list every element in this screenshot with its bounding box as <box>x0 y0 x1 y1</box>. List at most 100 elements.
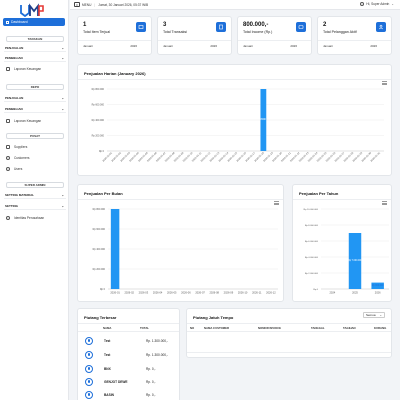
stat-label: Total Item Terjual <box>83 30 111 34</box>
chevron-down-icon: ⌄ <box>61 46 64 50</box>
stat-month: Januari <box>163 44 173 48</box>
chevron-down-icon: ⌄ <box>379 313 382 317</box>
row-nama: BASIN <box>104 392 114 397</box>
table-row[interactable]: BNX Rp. 0,- <box>84 362 182 375</box>
chevron-down-icon: ⌄ <box>61 107 64 111</box>
column-header-kurang: KURANG <box>374 326 387 330</box>
sidebar-dropdown-pembelian-tarakan[interactable]: PEMBELIAN ⌄ <box>4 55 66 62</box>
user-menu[interactable]: Hi, Super Admin ⌄ <box>360 2 394 6</box>
sidebar-item-users[interactable]: Users <box>4 165 66 172</box>
menu-toggle-icon[interactable]: ≡ <box>74 2 80 7</box>
company-logo <box>20 3 44 17</box>
chevron-down-icon: ⌄ <box>61 204 64 208</box>
stat-year: 2026 <box>210 44 217 48</box>
x-tick-label: 2026-10 <box>238 291 248 295</box>
stat-label: Total Transaksi <box>163 30 187 34</box>
chart-title: Penjualan Per Bulan <box>84 191 123 196</box>
chevron-down-icon: ⌄ <box>61 96 64 100</box>
sidebar-item-laporan-keuangan-tarakan[interactable]: Laporan Keuangan <box>4 65 66 72</box>
chevron-down-icon: ⌄ <box>391 2 394 6</box>
card-divider <box>78 323 179 324</box>
x-tick-label: 2026-08 <box>209 291 219 295</box>
column-header-no: NO <box>190 326 195 330</box>
y-tick-label: Rp 10.000.000 <box>304 209 319 211</box>
stat-card-transaksi: 3 Total Transaksi Januari 2026 <box>157 16 232 55</box>
y-tick-label: Rp 8.000.000 <box>305 225 319 227</box>
sidebar-item-customers[interactable]: Customers <box>4 154 66 161</box>
row-total: Rp. 1.300.000,- <box>146 352 168 357</box>
filter-select[interactable]: Semua ⌄ <box>363 312 385 318</box>
y-tick-label: Rp 800.000 <box>92 88 105 91</box>
x-tick-label: 2026-01 <box>110 291 120 295</box>
daily-sales-chart: Rp 0 Rp 200.000 Rp 400.000 Rp 600.000 Rp 800… <box>92 88 384 163</box>
x-tick-label: 2026-03 <box>139 291 149 295</box>
chart-card-yearly: Penjualan Per Tahun Rp 0 Rp 2.000.000 Rp 4… <box>292 184 392 302</box>
header-divider: | <box>94 2 96 7</box>
sidebar-item-label: Dashboard <box>11 20 28 24</box>
column-header-total: TOTAL <box>140 326 150 330</box>
x-tick-label: 2026-07 <box>195 291 205 295</box>
y-tick-label: Rp 400.000 <box>92 119 105 122</box>
table-header-divider <box>78 331 179 332</box>
yearly-sales-chart: Rp 0 Rp 2.000.000 Rp 4.000.000 Rp 6.000.000… <box>304 208 389 295</box>
table-row[interactable]: BASIN Rp. 0,- <box>84 388 182 400</box>
sidebar-item-identitas-perusahaan[interactable]: Identitas Perusahaan <box>4 214 66 221</box>
row-nama: Test <box>104 338 111 343</box>
section-label-super-admin: SUPER ADMIN <box>6 182 64 188</box>
sidebar-dropdown-setting-material[interactable]: SETTING MATERIAL ⌄ <box>4 192 66 199</box>
wallet-icon <box>296 22 306 32</box>
y-tick-label: Rp 6.000.000 <box>305 241 319 243</box>
x-tick-label: 2025 <box>352 291 358 295</box>
piutang-jatuh-tempo-title: Piutang Jatuh Tempo <box>193 315 234 320</box>
piutang-jatuh-tempo-card: Piutang Jatuh Tempo Semua ⌄ NO NAMA CUST… <box>186 308 392 358</box>
y-tick-label: Rp 800.000 <box>93 208 106 211</box>
table-row[interactable]: GENJOT DEWE Rp. 0,- <box>84 375 182 388</box>
sidebar-item-laporan-keuangan-depo[interactable]: Laporan Keuangan <box>4 117 66 124</box>
card-divider <box>293 199 391 200</box>
section-label-depo: DEPO <box>6 84 64 90</box>
stat-label: Total Income (Rp.) <box>243 30 273 34</box>
row-nama: BNX <box>104 366 111 371</box>
stat-month: Januari <box>243 44 253 48</box>
stat-card-income: 800.000,- Total Income (Rp.) Januari 202… <box>237 16 312 55</box>
column-header-tanggal: TANGGAL <box>311 326 325 330</box>
sidebar-dropdown-penjualan-tarakan[interactable]: PENJUALAN ⌄ <box>4 45 66 52</box>
sidebar-dropdown-setting[interactable]: SETTING ⌄ <box>4 203 66 210</box>
y-tick-label: Rp 0 <box>99 150 105 153</box>
card-divider <box>78 40 151 41</box>
piutang-terbesar-card: Piutang Terbesar NAMA TOTAL Test Rp. 1.3… <box>77 308 180 400</box>
user-avatar-icon <box>85 364 93 373</box>
sidebar-item-suppliers[interactable]: Suppliers <box>4 143 66 150</box>
monthly-sales-chart: Rp 0 Rp 200.000 Rp 400.000 Rp 600.000 Rp 800… <box>93 208 278 295</box>
stat-year: 2026 <box>370 44 377 48</box>
stat-card-pelanggan: 2 Total Pelanggan Aktif Januari 2026 <box>317 16 392 55</box>
stat-card-item-terjual: 1 Total Item Terjual Januari 2026 <box>77 16 152 55</box>
row-total: Rp. 0,- <box>146 366 156 371</box>
table-row[interactable]: Test Rp. 1.300.000,- <box>84 334 182 347</box>
y-tick-label: Rp 200.000 <box>93 268 106 271</box>
chart-card-monthly: Penjualan Per Bulan Rp 0 Rp 200.000 Rp 400… <box>77 184 284 302</box>
table-header-divider <box>187 331 391 332</box>
sidebar-dropdown-penjualan-depo[interactable]: PENJUALAN ⌄ <box>4 95 66 102</box>
data-label: Rp 800.000 <box>372 285 385 287</box>
table-empty-divider <box>187 352 391 353</box>
stat-value: 1 <box>83 22 87 28</box>
stat-month: Januari <box>323 44 333 48</box>
stat-month: Januari <box>83 44 93 48</box>
chevron-down-icon: ⌄ <box>61 193 64 197</box>
sidebar-item-dashboard[interactable]: Dashboard <box>3 18 65 26</box>
section-label-tarakan: TARAKAN <box>6 36 64 42</box>
sidebar-dropdown-pembelian-depo[interactable]: PEMBELIAN ⌄ <box>4 106 66 113</box>
row-nama: GENJOT DEWE <box>104 379 128 384</box>
user-avatar-icon <box>85 377 93 386</box>
menu-label[interactable]: MENU <box>82 3 91 7</box>
chart-card-daily: Penjualan Harian (January 2026) Rp 0 Rp 2… <box>77 64 392 176</box>
x-tick-label: 2026-09 <box>224 291 234 295</box>
table-row[interactable]: Test Rp. 1.300.000,- <box>84 348 182 361</box>
x-tick-label: 2026-06 <box>181 291 191 295</box>
card-divider <box>238 40 311 41</box>
x-tick-label: 2024 <box>329 291 335 295</box>
x-tick-label: 2026-04 <box>153 291 163 295</box>
chevron-down-icon: ⌄ <box>61 56 64 60</box>
y-tick-label: Rp 600.000 <box>92 103 105 106</box>
